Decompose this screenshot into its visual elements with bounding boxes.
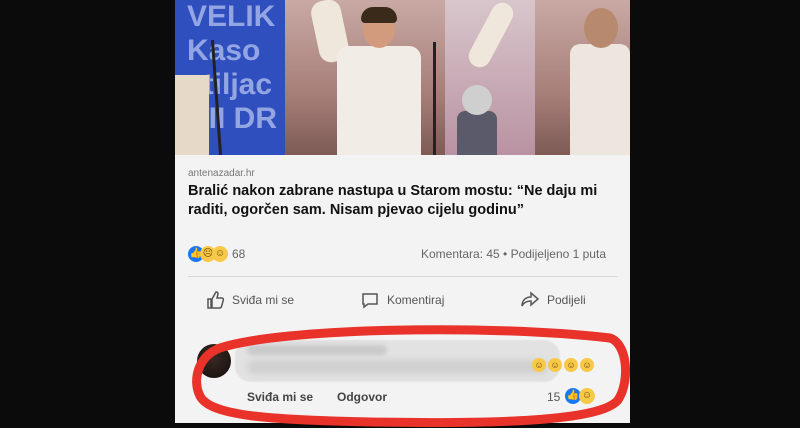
comment-share-stats[interactable]: Komentara: 45 • Podijeljeno 1 puta (421, 247, 606, 261)
reaction-summary[interactable]: 👍 ☹ ☺ 68 Komentara: 45 • Podijeljeno 1 p… (188, 244, 618, 264)
comment-author-blurred (247, 345, 387, 355)
comment-like-button[interactable]: Sviđa mi se (247, 390, 313, 404)
share-icon (521, 291, 540, 307)
avatar[interactable] (197, 344, 231, 378)
share-button[interactable]: Podijeli (520, 286, 586, 314)
thumbs-up-icon (207, 291, 225, 309)
comment-item: ☺ ☺ ☺ ☺ Sviđa mi se Odgovor 15 👍 ☺ (175, 322, 630, 423)
haha-icon: ☺ (579, 388, 595, 404)
post-headline[interactable]: Bralić nakon zabrane nastupa u Starom mo… (188, 182, 618, 220)
comment-emoji-group: ☺ ☺ ☺ ☺ (530, 358, 594, 372)
comment-button[interactable]: Komentiraj (360, 286, 444, 314)
comment-text-blurred (247, 360, 547, 374)
microphone-stand (433, 42, 436, 155)
facebook-post-screenshot: VELIK Kaso stiljac DII DR antenazadar.hr… (175, 0, 630, 423)
like-button[interactable]: Sviđa mi se (205, 286, 294, 314)
laugh-emoji-icon: ☺ (580, 358, 594, 372)
post-photo[interactable]: VELIK Kaso stiljac DII DR (175, 0, 630, 155)
laugh-emoji-icon: ☺ (532, 358, 546, 372)
photo-musician (570, 8, 630, 155)
banner-line: VELIK (187, 0, 276, 33)
post-actions: Sviđa mi se Komentiraj Podijeli (175, 286, 630, 314)
photo-musician (457, 85, 497, 155)
photo-person-left (175, 75, 209, 155)
comment-reaction-count[interactable]: 15 (547, 390, 560, 404)
photo-singer (325, 7, 425, 155)
banner-line: Kaso (187, 34, 261, 67)
haha-icon: ☺ (212, 246, 228, 262)
comment-button-label: Komentiraj (387, 293, 445, 307)
laugh-emoji-icon: ☺ (564, 358, 578, 372)
laugh-emoji-icon: ☺ (548, 358, 562, 372)
comment-icon (362, 293, 378, 309)
like-button-label: Sviđa mi se (232, 293, 295, 307)
share-button-label: Podijeli (547, 293, 586, 307)
reaction-count: 68 (232, 247, 246, 261)
post-source[interactable]: antenazadar.hr (188, 168, 255, 179)
comment-reply-button[interactable]: Odgovor (337, 390, 387, 404)
divider (188, 276, 618, 277)
